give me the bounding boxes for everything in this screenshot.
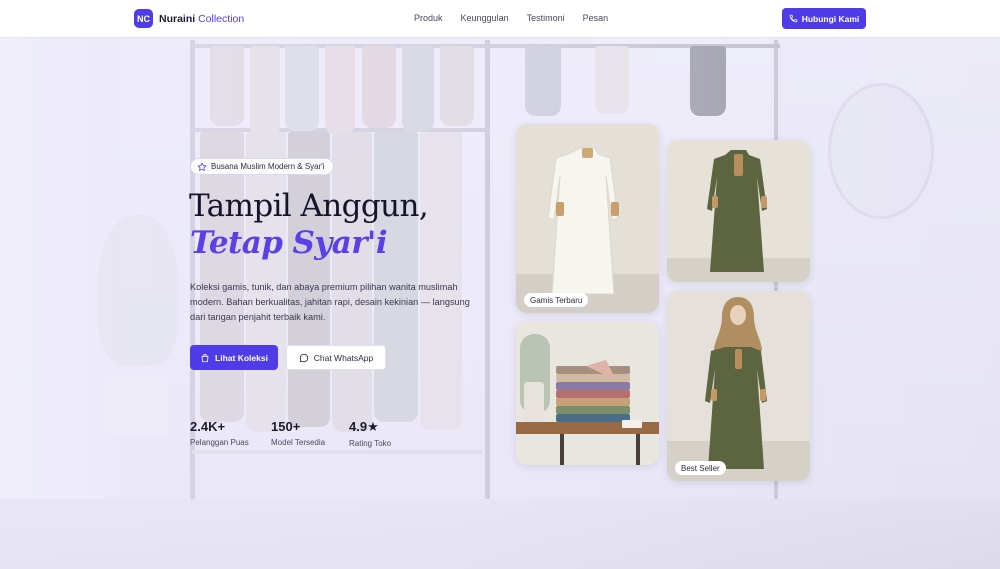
- nav-link-keunggulan[interactable]: Keunggulan: [461, 13, 509, 23]
- bag-icon: [201, 353, 209, 362]
- nav-link-pesan[interactable]: Pesan: [583, 13, 609, 23]
- chat-icon: [299, 353, 308, 362]
- brand-name: Nuraini Collection: [159, 13, 244, 25]
- phone-icon: [789, 14, 797, 23]
- stat-models: 150+ Model Tersedia: [271, 419, 325, 447]
- white-gamis-image: [516, 124, 659, 313]
- olive-abaya-image: [667, 291, 810, 481]
- brand-name-bold: Nuraini: [159, 12, 196, 25]
- brand-name-accent: Collection: [198, 12, 245, 25]
- olive-gamis-image: [667, 140, 810, 282]
- contact-button-label: Hubungi Kami: [801, 13, 860, 24]
- logo-mark: NC: [134, 9, 153, 28]
- stat-label: Pelanggan Puas: [190, 438, 249, 447]
- card-label-new: Gamis Terbaru: [524, 293, 589, 307]
- stat-value: 4.9★: [349, 419, 379, 434]
- hero-badge: Busana Muslim Modern & Syar'i: [190, 158, 334, 175]
- star-outline-icon: [197, 162, 207, 171]
- chat-whatsapp-button[interactable]: Chat WhatsApp: [286, 345, 386, 370]
- view-collection-button[interactable]: Lihat Koleksi: [190, 345, 278, 370]
- product-card-olive-gamis[interactable]: [667, 140, 810, 282]
- hero-overlay: [0, 0, 1000, 569]
- hero-badge-label: Busana Muslim Modern & Syar'i: [211, 162, 325, 171]
- hero-description: Koleksi gamis, tunik, dan abaya premium …: [190, 282, 470, 322]
- nav-link-testimoni[interactable]: Testimoni: [527, 13, 565, 23]
- brand-logo[interactable]: NC Nuraini Collection: [134, 9, 244, 28]
- stat-label: Rating Toko: [349, 439, 392, 448]
- stat-label: Model Tersedia: [271, 438, 326, 447]
- product-card-white-gamis[interactable]: Gamis Terbaru: [516, 124, 659, 313]
- hijab-stack-image: [516, 322, 659, 465]
- card-label-best-seller: Best Seller: [675, 461, 726, 475]
- chat-whatsapp-label: Chat WhatsApp: [313, 352, 374, 363]
- product-card-best-seller[interactable]: Best Seller: [667, 291, 810, 481]
- stat-value: 150+: [271, 419, 301, 434]
- top-navbar: NC Nuraini Collection Produk Keunggulan …: [0, 0, 1000, 38]
- nav-link-produk[interactable]: Produk: [414, 13, 443, 23]
- nav-links: Produk Keunggulan Testimoni Pesan: [414, 13, 608, 23]
- stat-rating: 4.9★ Rating Toko: [349, 419, 391, 448]
- stat-value: 2.4K+: [190, 419, 226, 434]
- product-card-hijab-stack[interactable]: [516, 322, 659, 465]
- hero-title-line2: Tetap Syar'i: [190, 225, 388, 261]
- view-collection-label: Lihat Koleksi: [215, 352, 268, 363]
- hero-title-line1: Tampil Anggun,: [189, 188, 429, 224]
- contact-button[interactable]: Hubungi Kami: [782, 8, 866, 29]
- stat-customers: 2.4K+ Pelanggan Puas: [190, 419, 249, 447]
